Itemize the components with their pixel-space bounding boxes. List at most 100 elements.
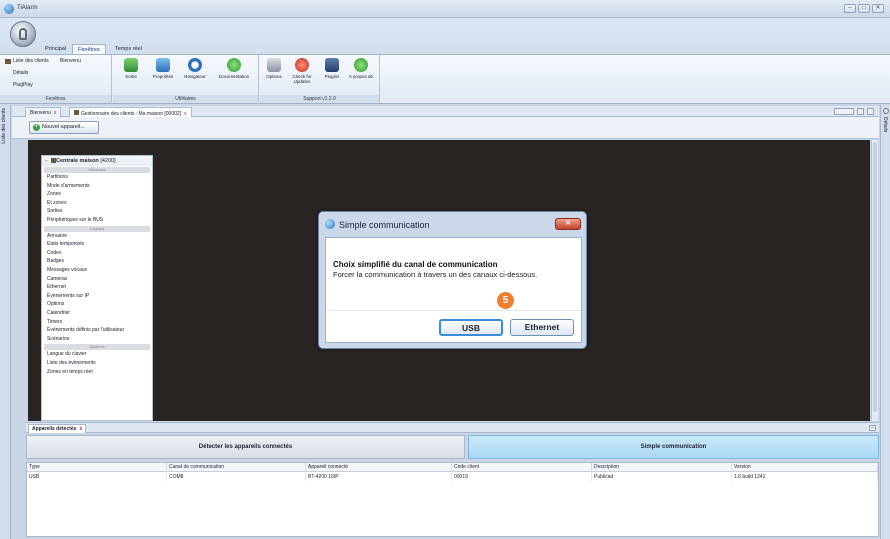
vertical-scrollbar[interactable]: [871, 140, 878, 421]
cell-version: 1.6 build 1241: [732, 473, 878, 481]
cell-client-code: 00019: [452, 473, 592, 481]
tree-section-header: Logique: [44, 225, 150, 232]
navigator-label: Navigateur: [184, 74, 206, 79]
cell-description: Publicad: [592, 473, 732, 481]
tree-item[interactable]: Périphériques sur le BUS: [47, 217, 103, 223]
tree-item[interactable]: Et zones: [47, 200, 66, 206]
dialog-divider: [326, 310, 581, 311]
new-device-button[interactable]: + Nouvel appareil...: [29, 121, 99, 134]
tab-list-button[interactable]: [857, 108, 864, 115]
detect-devices-button[interactable]: Détecter les appareils connectés: [26, 435, 465, 459]
maximize-panel-button[interactable]: [867, 108, 874, 115]
tree-item[interactable]: Sorties: [47, 208, 63, 214]
close-icon[interactable]: x: [79, 426, 82, 432]
plugins-button[interactable]: Plugins: [319, 58, 345, 79]
check-updates-button[interactable]: Check for Updates: [287, 58, 317, 84]
about-button[interactable]: A propos de: [347, 58, 375, 79]
tree-item[interactable]: Etats temporisés: [47, 241, 84, 247]
ribbon-item-details[interactable]: Détails: [13, 70, 28, 76]
close-button[interactable]: ✕: [872, 4, 884, 13]
title-bar: TiAlarm – ▭ ✕: [0, 0, 890, 18]
ribbon-group-utilitaires: Sortie Propriétés Navigateur Documentati…: [113, 55, 259, 104]
column-header-device[interactable]: Appareil connecté: [306, 463, 452, 472]
exit-button[interactable]: Sortie: [115, 58, 147, 79]
help-icon: [227, 58, 241, 72]
properties-button[interactable]: Propriétés: [147, 58, 179, 79]
usb-button[interactable]: USB: [439, 319, 503, 336]
exit-label: Sortie: [125, 74, 137, 79]
properties-label: Propriétés: [152, 74, 174, 79]
dialog-close-button[interactable]: ✕: [555, 218, 581, 230]
dialog-message: Forcer la communication à travers un des…: [333, 270, 538, 279]
application-menu-button[interactable]: [10, 21, 36, 47]
tree-item[interactable]: Scénarios: [47, 336, 69, 342]
details-sidebar[interactable]: Détails: [880, 105, 890, 539]
tree-item[interactable]: Zones en temps réel: [47, 369, 93, 375]
ribbon-item-client-list[interactable]: Liste des clients: [13, 58, 49, 64]
dialog-heading: Choix simplifié du canal de communicatio…: [333, 260, 498, 269]
tree-item[interactable]: Codes: [47, 250, 61, 256]
tree-item[interactable]: Badges: [47, 258, 64, 264]
column-header-type[interactable]: Type: [27, 463, 167, 472]
minimize-button[interactable]: –: [844, 4, 856, 13]
house-icon: [74, 110, 79, 115]
tree-item[interactable]: Événements définis par l'utilisateur: [47, 327, 124, 333]
scroll-thumb[interactable]: [873, 142, 877, 412]
ribbon-item-plugplay[interactable]: PlugPlay: [13, 82, 33, 88]
column-header-version[interactable]: Version: [732, 463, 878, 472]
table-row[interactable]: USB COM8 BT-4200 16IP 00019 Publicad 1.6…: [27, 473, 878, 481]
tree-item[interactable]: Langue du clavier: [47, 351, 86, 357]
simple-communication-dialog: Simple communication ✕ Choix simplifié d…: [318, 211, 587, 349]
clients-list-icon: [5, 59, 11, 64]
tree-item[interactable]: Liste des évènements: [47, 360, 96, 366]
tree-header[interactable]: – Centrale maison [4200]: [42, 156, 152, 166]
simple-communication-button[interactable]: Simple communication: [468, 435, 879, 459]
tab-welcome[interactable]: Bienvenu x: [25, 107, 62, 117]
tree-item[interactable]: Annuaire: [47, 233, 67, 239]
plugins-label: Plugins: [324, 74, 340, 79]
window-title: TiAlarm: [17, 5, 38, 11]
tab-navigation-arrows[interactable]: [834, 108, 854, 115]
tree-item[interactable]: Calendrier: [47, 310, 70, 316]
maximize-button[interactable]: ▭: [858, 4, 870, 13]
app-icon: [4, 4, 14, 14]
tab-detected-devices[interactable]: Appareils détectés x: [28, 424, 87, 433]
tree-item[interactable]: Partitions: [47, 174, 68, 180]
cell-device: BT-4200 16IP: [306, 473, 452, 481]
tree-section-header: Hardware: [44, 167, 150, 173]
tab-client-manager[interactable]: Gestionnaire des clients : Ma maison [00…: [69, 107, 192, 117]
pin-icon[interactable]: [883, 108, 889, 114]
tree-item[interactable]: Mode d'armements: [47, 183, 90, 189]
tree-item[interactable]: Zones: [47, 191, 61, 197]
house-icon: [51, 158, 56, 163]
cell-type: USB: [27, 473, 167, 481]
tree-item[interactable]: Évènements sur IP: [47, 293, 89, 299]
close-icon[interactable]: x: [54, 110, 57, 116]
tools-icon: [267, 58, 281, 72]
update-icon: [295, 58, 309, 72]
navigator-button[interactable]: Navigateur: [179, 58, 211, 79]
dialog-title: Simple communication: [339, 220, 430, 230]
documentation-button[interactable]: Documentation: [213, 58, 255, 79]
options-button[interactable]: Options: [261, 58, 287, 79]
tree-title-suffix: [4200]: [100, 158, 116, 164]
tree-item[interactable]: Messages vocaux: [47, 267, 87, 273]
tree-section-header: Système: [44, 344, 150, 351]
ribbon-group-label: Support v1.2.0: [260, 95, 379, 103]
column-header-client-code[interactable]: Code client: [452, 463, 592, 472]
ribbon-group-support: Options Check for Updates Plugins A prop…: [260, 55, 380, 104]
tree-item[interactable]: Ethernet: [47, 284, 66, 290]
ribbon-group-fenetres: Liste des clients Bienvenu Détails PlugP…: [0, 55, 112, 104]
ribbon-body: Liste des clients Bienvenu Détails PlugP…: [0, 54, 890, 104]
column-header-channel[interactable]: Canal de communication: [167, 463, 306, 472]
add-icon: +: [33, 124, 40, 131]
panel-minimize-button[interactable]: –: [869, 425, 876, 431]
column-header-description[interactable]: Description: [592, 463, 732, 472]
tree-item[interactable]: Cameras: [47, 276, 67, 282]
tree-item[interactable]: Options: [47, 301, 64, 307]
ribbon-item-welcome[interactable]: Bienvenu: [60, 58, 81, 64]
collapse-icon[interactable]: –: [45, 158, 48, 164]
tree-item[interactable]: Timers: [47, 319, 62, 325]
client-list-sidebar[interactable]: Liste des clients: [0, 105, 11, 539]
ethernet-button[interactable]: Ethernet: [510, 319, 574, 336]
